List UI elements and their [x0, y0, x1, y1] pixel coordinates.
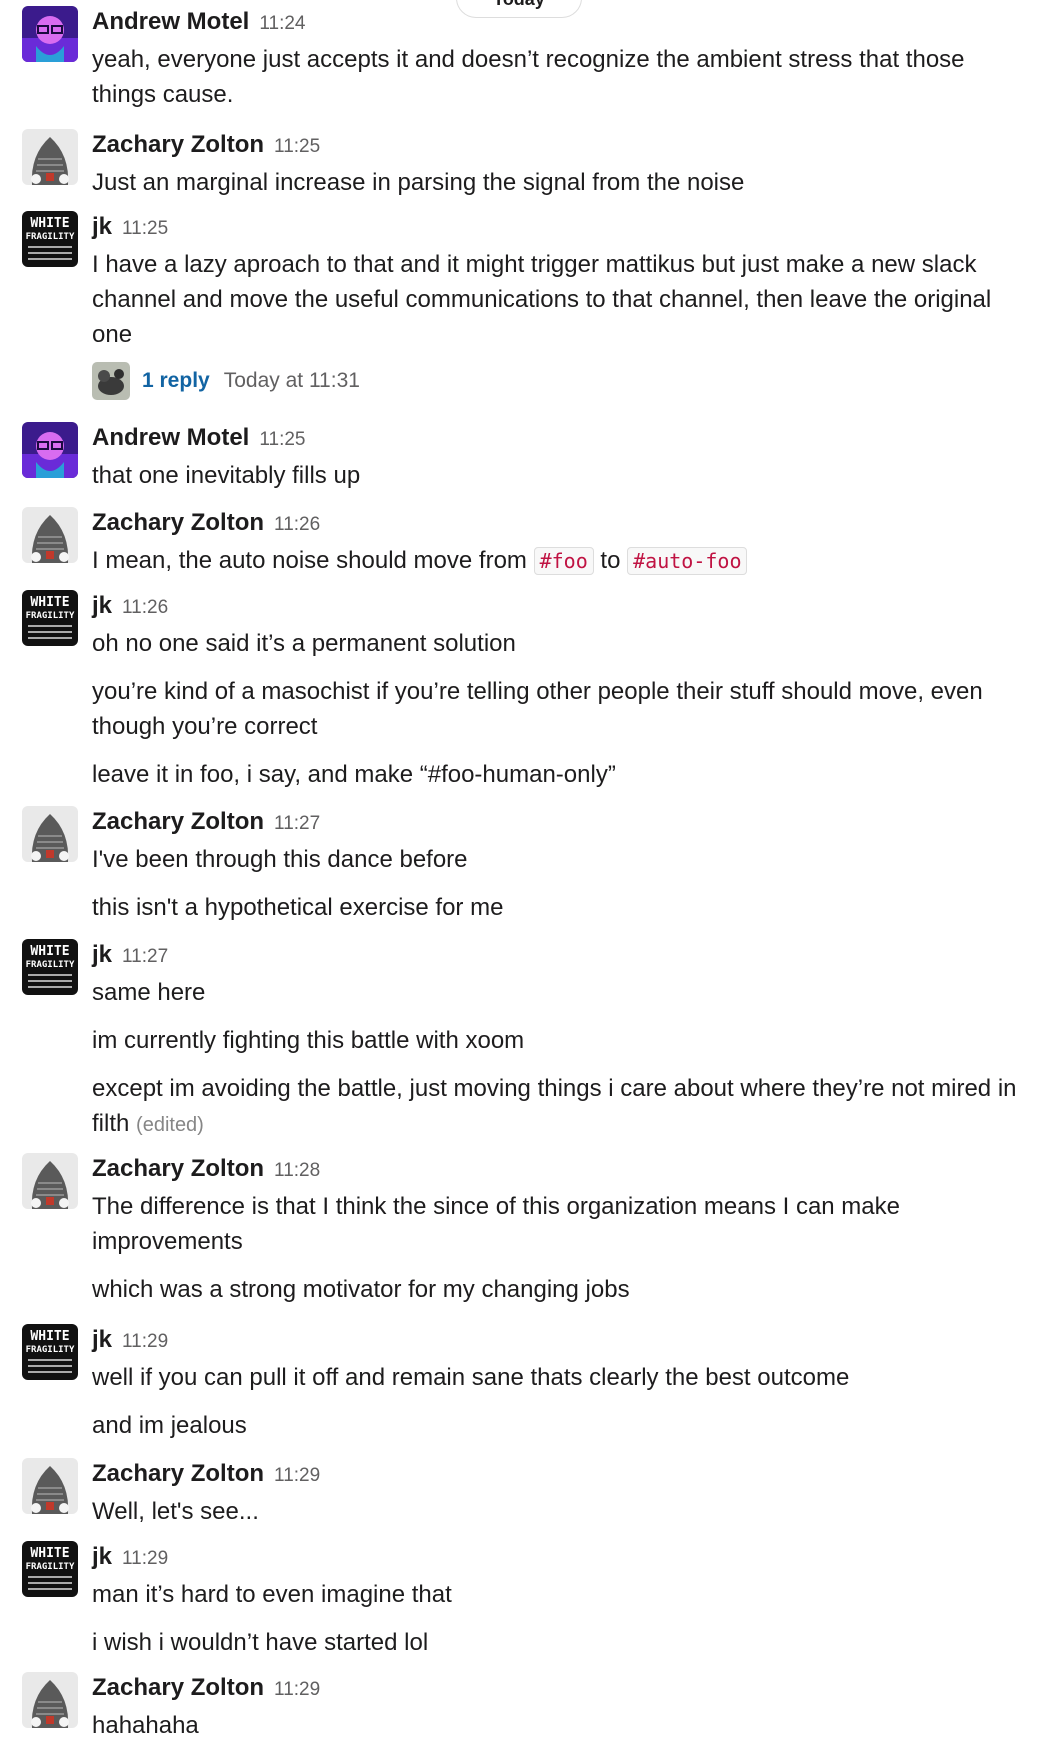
- message-text-part: except im avoiding the battle, just movi…: [92, 1075, 1017, 1137]
- message-group: Andrew Motel 11:24 yeah, everyone just ac…: [0, 2, 1040, 112]
- author-name[interactable]: Zachary Zolton: [92, 1155, 264, 1182]
- svg-text:FRAGILITY: FRAGILITY: [26, 1345, 75, 1355]
- svg-text:FRAGILITY: FRAGILITY: [26, 1562, 75, 1572]
- message-text: hahahaha: [92, 1712, 199, 1739]
- message-timestamp[interactable]: 11:27: [274, 813, 320, 834]
- message-text: you’re kind of a masochist if you’re tel…: [92, 678, 983, 740]
- andrew-avatar[interactable]: [22, 422, 78, 478]
- message-timestamp[interactable]: 11:29: [122, 1548, 168, 1569]
- author-name[interactable]: Zachary Zolton: [92, 1460, 264, 1487]
- zachary-avatar[interactable]: [22, 1458, 78, 1514]
- reply-count-link[interactable]: 1 reply: [142, 369, 210, 393]
- message-text: oh no one said it’s a permanent solution: [92, 630, 516, 657]
- message-text-part: I mean, the auto noise should move from: [92, 547, 534, 574]
- author-name[interactable]: Zachary Zolton: [92, 1674, 264, 1701]
- message-text: except im avoiding the battle, just movi…: [92, 1071, 1020, 1143]
- message-text: yeah, everyone just accepts it and doesn…: [92, 46, 965, 108]
- message-text: same here: [92, 979, 206, 1006]
- message-timestamp[interactable]: 11:27: [122, 946, 168, 967]
- message-group: Zachary Zolton 11:27 I've been through th…: [0, 802, 1040, 925]
- message-timestamp[interactable]: 11:28: [274, 1160, 320, 1181]
- zachary-avatar[interactable]: [22, 1672, 78, 1728]
- message-text: man it’s hard to even imagine that: [92, 1581, 452, 1608]
- message-text: well if you can pull it off and remain s…: [92, 1364, 850, 1391]
- author-name[interactable]: jk: [92, 1543, 112, 1570]
- svg-text:WHITE: WHITE: [30, 1329, 69, 1344]
- jk-avatar[interactable]: WHITE FRAGILITY: [22, 1324, 78, 1380]
- reply-avatar: [92, 362, 130, 400]
- svg-text:WHITE: WHITE: [30, 944, 69, 959]
- message-group: Zachary Zolton 11:29 Well, let's see...: [0, 1454, 1040, 1529]
- svg-text:FRAGILITY: FRAGILITY: [26, 232, 75, 242]
- edited-marker: (edited): [136, 1114, 204, 1136]
- message-timestamp[interactable]: 11:24: [259, 13, 305, 34]
- message-text-part: to: [593, 547, 628, 574]
- message-timestamp[interactable]: 11:25: [122, 218, 168, 239]
- author-name[interactable]: jk: [92, 592, 112, 619]
- author-name[interactable]: Zachary Zolton: [92, 808, 264, 835]
- author-name[interactable]: jk: [92, 213, 112, 240]
- zachary-avatar[interactable]: [22, 806, 78, 862]
- message-timestamp[interactable]: 11:26: [274, 514, 320, 535]
- message-timestamp[interactable]: 11:25: [274, 136, 320, 157]
- message-text: I have a lazy aproach to that and it mig…: [92, 251, 992, 348]
- jk-avatar[interactable]: WHITE FRAGILITY: [22, 939, 78, 995]
- message-text: and im jealous: [92, 1412, 247, 1439]
- message-timestamp[interactable]: 11:29: [274, 1679, 320, 1700]
- message-group: WHITE FRAGILITY jk 11:26 oh no one said it…: [0, 586, 1040, 792]
- author-name[interactable]: Andrew Motel: [92, 424, 249, 451]
- message-group: WHITE FRAGILITY jk 11:27 same here im curr…: [0, 935, 1040, 1143]
- last-reply-time: Today at 11:31: [223, 369, 360, 392]
- message-timestamp[interactable]: 11:25: [259, 429, 305, 450]
- message-text: Just an marginal increase in parsing the…: [92, 169, 745, 196]
- zachary-avatar[interactable]: [22, 1153, 78, 1209]
- author-name[interactable]: jk: [92, 1326, 112, 1353]
- message-group: WHITE FRAGILITY jk 11:29 man it’s hard to …: [0, 1537, 1040, 1660]
- message-group: Andrew Motel 11:25 that one inevitably fi…: [0, 418, 1040, 493]
- svg-text:WHITE: WHITE: [30, 216, 69, 231]
- author-name[interactable]: Zachary Zolton: [92, 131, 264, 158]
- message-text: im currently fighting this battle with x…: [92, 1027, 525, 1054]
- message-text: The difference is that I think the since…: [92, 1193, 900, 1255]
- channel-code: #auto-foo: [627, 547, 748, 575]
- message-text: which was a strong motivator for my chan…: [92, 1276, 630, 1303]
- message-group: WHITE FRAGILITY jk 11:29 well if you can p…: [0, 1320, 1040, 1443]
- andrew-avatar[interactable]: [22, 6, 78, 62]
- message-timestamp[interactable]: 11:26: [122, 597, 168, 618]
- message-group: Zachary Zolton 11:29 hahahaha: [0, 1668, 1040, 1743]
- svg-text:WHITE: WHITE: [30, 1546, 69, 1561]
- message-text: that one inevitably fills up: [92, 462, 361, 489]
- message-text: i wish i wouldn’t have started lol: [92, 1629, 429, 1656]
- message-text: I've been through this dance before: [92, 846, 468, 873]
- svg-text:FRAGILITY: FRAGILITY: [26, 960, 75, 970]
- message-group: Zachary Zolton 11:26 I mean, the auto noi…: [0, 503, 1040, 579]
- message-group: Zachary Zolton 11:28 The difference is th…: [0, 1149, 1040, 1307]
- message-group: WHITE FRAGILITY jk 11:25 I have a lazy apr…: [0, 207, 1040, 402]
- message-text: I mean, the auto noise should move from …: [92, 543, 1020, 579]
- svg-text:FRAGILITY: FRAGILITY: [26, 611, 75, 621]
- zachary-avatar[interactable]: [22, 507, 78, 563]
- author-name[interactable]: Andrew Motel: [92, 8, 249, 35]
- message-group: Zachary Zolton 11:25 Just an marginal inc…: [0, 125, 1040, 200]
- message-timestamp[interactable]: 11:29: [122, 1331, 168, 1352]
- channel-code: #foo: [533, 547, 594, 575]
- message-text: Well, let's see...: [92, 1498, 259, 1525]
- author-name[interactable]: jk: [92, 941, 112, 968]
- zachary-avatar[interactable]: [22, 129, 78, 185]
- jk-avatar[interactable]: WHITE FRAGILITY: [22, 590, 78, 646]
- message-text: leave it in foo, i say, and make “#foo-h…: [92, 761, 616, 788]
- message-text: this isn't a hypothetical exercise for m…: [92, 894, 504, 921]
- jk-avatar[interactable]: WHITE FRAGILITY: [22, 1541, 78, 1597]
- author-name[interactable]: Zachary Zolton: [92, 509, 264, 536]
- jk-avatar[interactable]: WHITE FRAGILITY: [22, 211, 78, 267]
- svg-text:WHITE: WHITE: [30, 595, 69, 610]
- thread-replies[interactable]: 1 reply Today at 11:31: [92, 360, 1020, 402]
- message-timestamp[interactable]: 11:29: [274, 1465, 320, 1486]
